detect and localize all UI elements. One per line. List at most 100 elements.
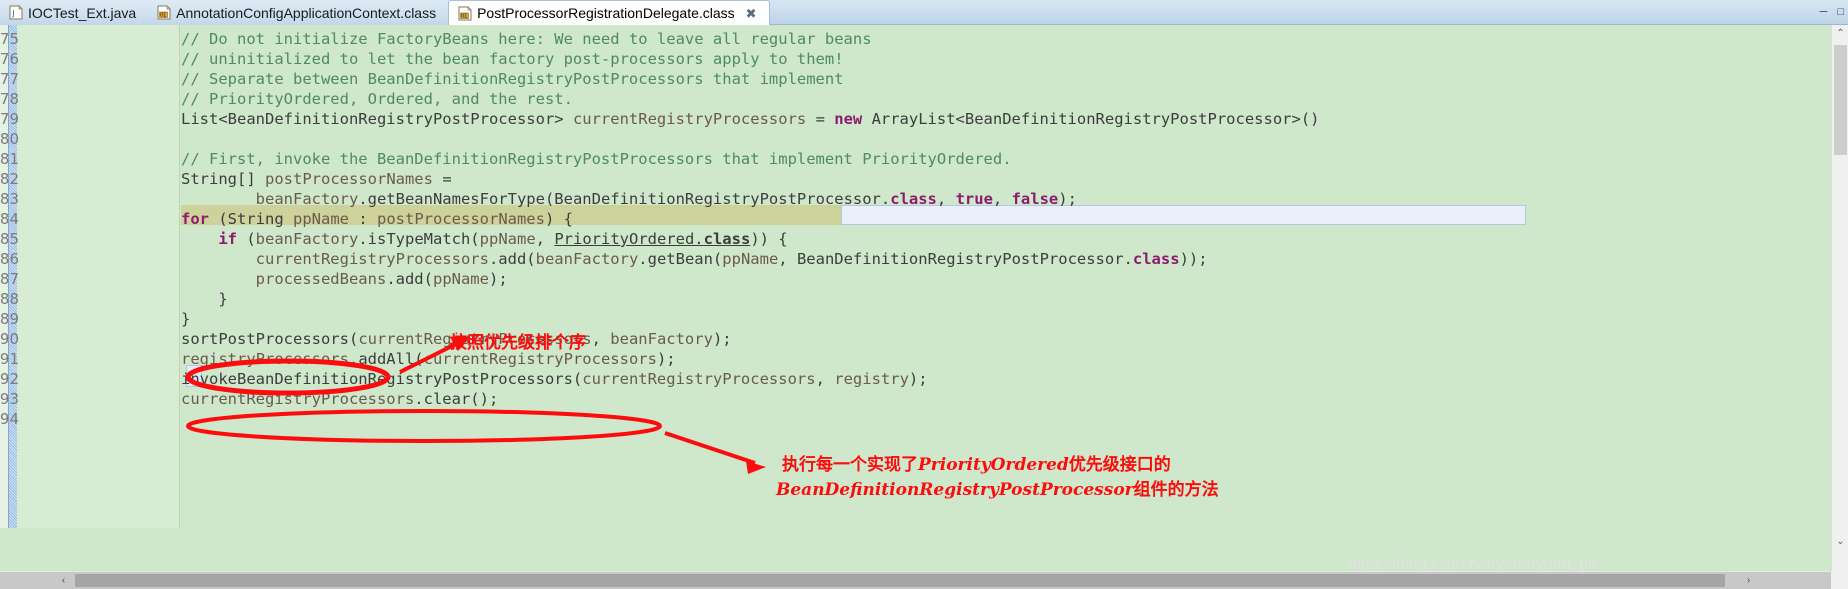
code-line: // First, invoke the BeanDefinitionRegis…	[181, 149, 1012, 169]
line-number: 87	[0, 270, 19, 288]
code-token: .getBeanNamesForType(BeanDefinitionRegis…	[358, 190, 891, 208]
scroll-down-icon[interactable]: ⌄	[1832, 533, 1848, 550]
maximize-icon[interactable]: □	[1837, 6, 1844, 18]
line-number: 84	[0, 210, 19, 228]
line-number: 92	[0, 370, 19, 388]
code-token: new	[834, 110, 863, 128]
tab-ioctest-ext-java[interactable]: J IOCTest_Ext.java	[0, 0, 149, 25]
code-token: );	[1058, 190, 1077, 208]
code-token: ,	[535, 230, 555, 248]
line-number: 80	[0, 130, 19, 148]
svg-text:01: 01	[461, 13, 467, 19]
code-line: sortPostProcessors(currentRegistryProces…	[181, 329, 732, 349]
code-token: =	[806, 110, 835, 128]
line-number: 82	[0, 170, 19, 188]
code-token: registryProcessors	[181, 350, 349, 368]
code-token: ArrayList<BeanDefinitionRegistryPostProc…	[862, 110, 1320, 128]
code-token: (	[237, 230, 256, 248]
code-token: currentRegistryProcessors	[423, 350, 657, 368]
code-token: invokeBeanDefinitionRegistryPostProcesso…	[181, 370, 583, 388]
code-token: beanFactory	[255, 230, 359, 248]
code-token: // First, invoke the BeanDefinitionRegis…	[181, 150, 1012, 168]
code-token: class	[890, 190, 937, 208]
line-number: 93	[0, 390, 19, 408]
code-token: ppName	[432, 270, 489, 288]
line-number: 75	[0, 30, 19, 48]
code-token: for	[181, 210, 209, 228]
vertical-scrollbar[interactable]: ⌃ ⌄	[1831, 25, 1848, 571]
code-token: processedBeans	[255, 270, 387, 288]
code-token: beanFactory	[255, 190, 359, 208]
scroll-left-icon[interactable]: ‹	[55, 572, 72, 589]
scroll-right-icon[interactable]: ›	[1740, 572, 1757, 589]
code-token: =	[432, 170, 452, 188]
code-surface[interactable]: // Do not initialize FactoryBeans here: …	[181, 25, 1831, 528]
svg-text:J: J	[11, 9, 14, 18]
window-controls: ─ □	[1820, 2, 1844, 22]
tab-label: AnnotationConfigApplicationContext.class	[176, 4, 437, 21]
code-token: ));	[1179, 250, 1208, 268]
code-token: }	[181, 310, 191, 328]
close-icon[interactable]: ✖	[746, 7, 757, 20]
class-file-icon: 01	[458, 5, 472, 21]
code-line: registryProcessors.addAll(currentRegistr…	[181, 349, 676, 369]
line-number: 79	[0, 110, 19, 128]
code-token: currentRegistryProcessors	[255, 250, 489, 268]
code-line: // PriorityOrdered, Ordered, and the res…	[181, 89, 573, 109]
code-token: if	[218, 230, 237, 248]
tab-annotationconfigapplicationcontext-class[interactable]: 01 AnnotationConfigApplicationContext.cl…	[148, 0, 449, 25]
code-token: ,	[936, 190, 956, 208]
code-line: // uninitialized to let the bean factory…	[181, 49, 844, 69]
code-token: // Do not initialize FactoryBeans here: …	[181, 30, 872, 48]
code-editor[interactable]: 75 76 77 78 79 80 81 82 83 84 85 86 87 88 89 90 91 92 93 94…	[0, 25, 1848, 589]
code-token: .add(	[488, 250, 536, 268]
line-number: 81	[0, 150, 19, 168]
code-token: .isTypeMatch(	[358, 230, 480, 248]
line-number-gutter: 75 76 77 78 79 80 81 82 83 84 85 86 87 88 89 90 91 92 93 94	[0, 25, 180, 528]
scrollbar-corner	[1831, 571, 1848, 589]
code-token: currentRegistryProcessors	[358, 330, 592, 348]
code-token: beanFactory	[610, 330, 713, 348]
watermark-text: https://blog.csdn.net/yerenyuan_pk	[1348, 556, 1597, 573]
eclipse-editor-window: J IOCTest_Ext.java 01 AnnotationConfigAp…	[0, 0, 1848, 589]
code-line: String[] postProcessorNames =	[181, 169, 452, 189]
code-token: ,	[591, 330, 611, 348]
code-token: (String	[209, 210, 293, 228]
code-token: String[]	[181, 170, 265, 188]
tab-label: PostProcessorRegistrationDelegate.class	[477, 5, 735, 21]
code-token: List<BeanDefinitionRegistryPostProcessor…	[181, 110, 573, 128]
code-token: currentRegistryProcessors	[582, 370, 816, 388]
code-token: beanFactory	[535, 250, 639, 268]
code-token: .addAll(	[348, 350, 424, 368]
minimize-icon[interactable]: ─	[1820, 6, 1828, 18]
line-number: 91	[0, 350, 19, 368]
code-token: ppName	[479, 230, 536, 248]
java-file-icon: J	[9, 5, 23, 20]
editor-tab-bar: J IOCTest_Ext.java 01 AnnotationConfigAp…	[0, 0, 1848, 25]
code-token: );	[656, 350, 676, 368]
line-number: 90	[0, 330, 19, 348]
tab-postprocessorregistrationdelegate-class[interactable]: 01 PostProcessorRegistrationDelegate.cla…	[448, 0, 770, 25]
code-token: postProcessorNames	[377, 210, 545, 228]
line-number: 86	[0, 250, 19, 268]
code-token: class	[703, 230, 751, 248]
code-token: .getBean(	[638, 250, 723, 268]
code-token: postProcessorNames	[265, 170, 433, 188]
code-token: true	[955, 190, 993, 208]
line-number: 78	[0, 90, 19, 108]
vertical-scrollbar-thumb[interactable]	[1834, 45, 1847, 155]
code-token: , BeanDefinitionRegistryPostProcessor.	[778, 250, 1133, 268]
code-token: ) {	[544, 210, 573, 228]
code-token: // PriorityOrdered, Ordered, and the res…	[181, 90, 573, 108]
code-token: // Separate between BeanDefinitionRegist…	[181, 70, 844, 88]
svg-text:01: 01	[160, 13, 166, 19]
code-token: .add(	[386, 270, 433, 288]
horizontal-scrollbar-thumb[interactable]	[75, 574, 1725, 587]
scroll-up-icon[interactable]: ⌃	[1832, 25, 1848, 42]
line-number: 89	[0, 310, 19, 328]
code-token: PriorityOrdered.	[554, 230, 704, 248]
